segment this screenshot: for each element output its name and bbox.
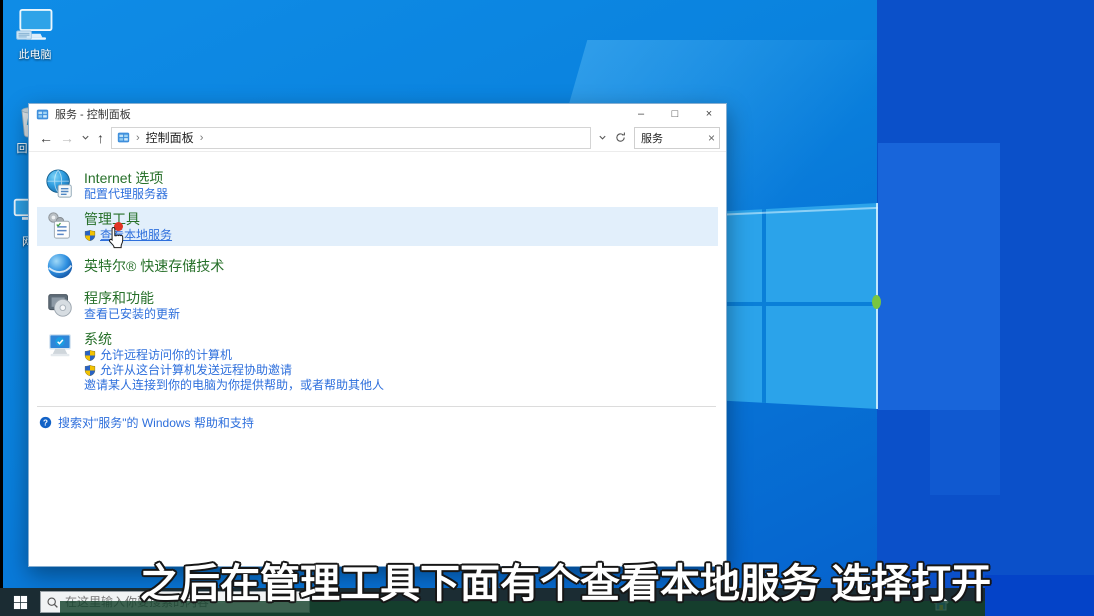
address-bar[interactable]: › 控制面板 ›: [111, 127, 591, 149]
programs-features-icon: [45, 289, 75, 319]
result-task-link[interactable]: 允许远程访问你的计算机: [84, 348, 384, 363]
window-search-box[interactable]: ×: [634, 127, 720, 149]
up-button[interactable]: ↑: [97, 131, 104, 145]
close-button[interactable]: ×: [692, 104, 726, 124]
start-button[interactable]: [8, 594, 32, 610]
desktop-icon-label: 此电脑: [6, 46, 64, 62]
control-panel-window: 服务 - 控制面板 – □ × ← → ↑ › 控制面板 › ×: [28, 103, 727, 567]
result-row: 系统允许远程访问你的计算机允许从这台计算机发送远程协助邀请邀请某人连接到你的电脑…: [37, 327, 718, 396]
result-task-link[interactable]: 配置代理服务器: [84, 187, 168, 202]
result-task-link[interactable]: 允许从这台计算机发送远程协助邀请: [84, 363, 384, 378]
task-link-label: 查看已安装的更新: [84, 307, 180, 322]
search-results-panel: Internet 选项配置代理服务器管理工具查看本地服务英特尔® 快速存储技术程…: [29, 153, 726, 566]
result-task-link[interactable]: 查看已安装的更新: [84, 307, 180, 322]
admin-tools-icon: [45, 210, 75, 240]
uac-shield-icon: [84, 364, 96, 377]
search-clear-icon[interactable]: ×: [708, 131, 715, 145]
system-icon: [45, 330, 75, 360]
wallpaper-artifact-dot: [872, 295, 881, 309]
intel-rst-icon: [45, 251, 75, 281]
task-link-label: 邀请某人连接到你的电脑为你提供帮助，或者帮助其他人: [84, 378, 384, 393]
minimize-button[interactable]: –: [624, 104, 658, 124]
result-row: Internet 选项配置代理服务器: [37, 166, 718, 205]
wallpaper-right-column-step: [930, 410, 1000, 495]
control-panel-icon: [117, 131, 130, 144]
result-title[interactable]: 英特尔® 快速存储技术: [84, 257, 224, 275]
mouse-cursor-hand-icon: [105, 226, 127, 250]
search-results: Internet 选项配置代理服务器管理工具查看本地服务英特尔® 快速存储技术程…: [37, 166, 718, 396]
screen-left-black-edge: [0, 0, 3, 616]
task-link-label: 允许远程访问你的计算机: [100, 348, 232, 363]
uac-shield-icon: [84, 229, 96, 242]
task-link-label: 配置代理服务器: [84, 187, 168, 202]
wallpaper-right-column: [878, 143, 1000, 410]
help-link-label: 搜索对"服务"的 Windows 帮助和支持: [58, 414, 254, 431]
result-title[interactable]: 管理工具: [84, 210, 172, 228]
results-divider: [37, 406, 716, 407]
address-dropdown-chevron-icon[interactable]: [598, 133, 607, 142]
maximize-button[interactable]: □: [658, 104, 692, 124]
back-button[interactable]: ←: [39, 131, 53, 145]
windows-logo-icon: [13, 595, 28, 610]
globe-icon: [45, 169, 75, 199]
recent-locations-chevron-icon[interactable]: [81, 133, 90, 142]
result-task-link[interactable]: 邀请某人连接到你的电脑为你提供帮助，或者帮助其他人: [84, 378, 384, 393]
window-title: 服务 - 控制面板: [55, 106, 624, 122]
result-title[interactable]: 系统: [84, 330, 384, 348]
result-row: 英特尔® 快速存储技术: [37, 248, 718, 284]
desktop-icon-此电脑[interactable]: 此电脑: [6, 7, 64, 62]
search-icon: [46, 596, 59, 609]
breadcrumb-separator: ›: [200, 132, 204, 144]
forward-button[interactable]: →: [60, 131, 74, 145]
uac-shield-icon: [84, 349, 96, 362]
task-link-label: 允许从这台计算机发送远程协助邀请: [100, 363, 292, 378]
navigation-toolbar: ← → ↑ › 控制面板 › ×: [29, 124, 726, 152]
refresh-icon[interactable]: [614, 131, 627, 144]
result-task-link[interactable]: 查看本地服务: [84, 228, 172, 243]
result-row: 管理工具查看本地服务: [37, 207, 718, 246]
result-title[interactable]: Internet 选项: [84, 169, 168, 187]
window-titlebar: 服务 - 控制面板 – □ ×: [29, 104, 726, 124]
window-search-input[interactable]: [641, 132, 699, 144]
breadcrumb-separator: ›: [136, 132, 140, 144]
result-title[interactable]: 程序和功能: [84, 289, 180, 307]
result-row: 程序和功能查看已安装的更新: [37, 286, 718, 325]
control-panel-icon: [36, 108, 49, 121]
help-icon: ?: [39, 416, 52, 429]
this-pc-icon: [6, 7, 64, 44]
subtitle: 之后在管理工具下面有个查看本地服务 选择打开: [140, 551, 1010, 609]
breadcrumb-control-panel[interactable]: 控制面板: [146, 129, 194, 146]
svg-text:?: ?: [43, 418, 48, 427]
windows-help-link[interactable]: ? 搜索对"服务"的 Windows 帮助和支持: [37, 414, 718, 431]
